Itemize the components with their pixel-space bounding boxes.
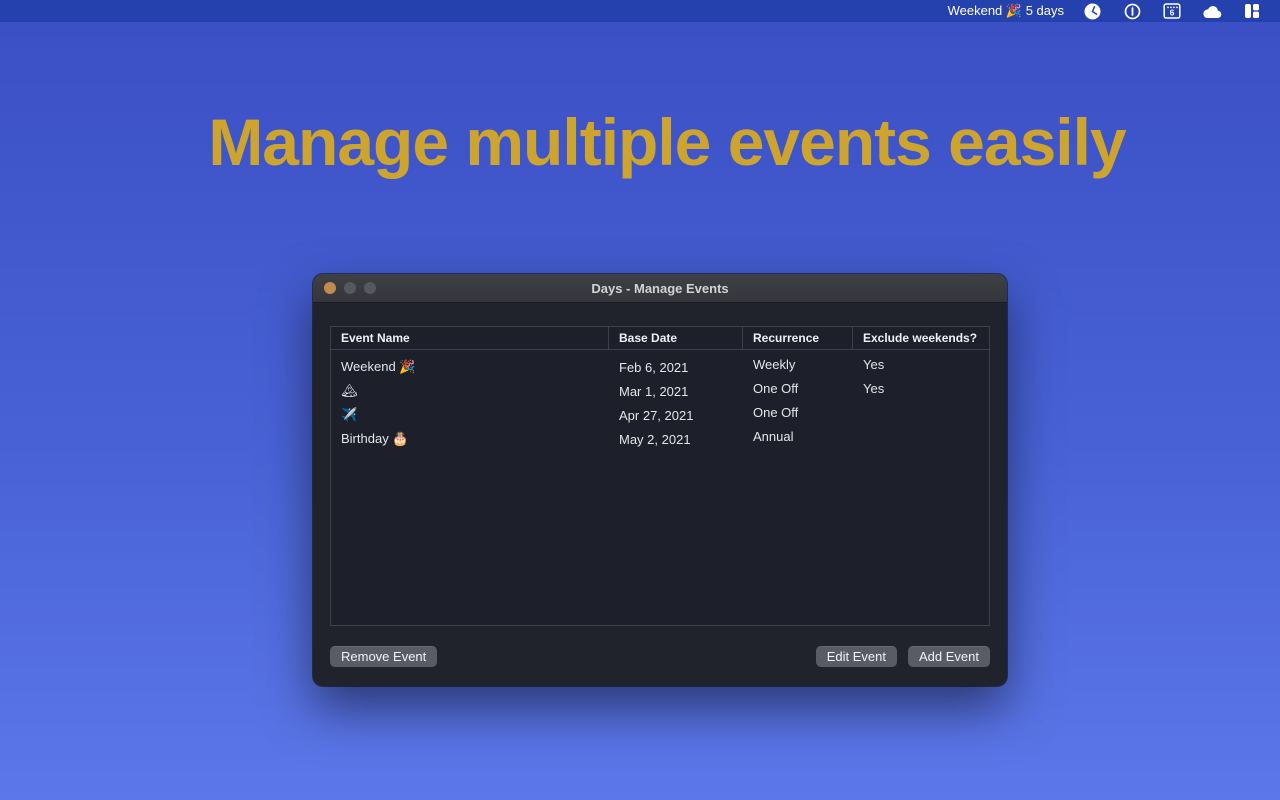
zoom-button[interactable] [364,282,376,294]
cell-event-name: ✈️ [331,407,609,423]
cell-event-name: Weekend 🎉 [331,359,609,375]
column-header-exclude-weekends[interactable]: Exclude weekends? [853,327,989,349]
calendar-day-number: 6 [1170,8,1175,18]
window-footer: Remove Event Edit Event Add Event [330,646,990,667]
cell-base-date: Mar 1, 2021 [609,384,743,399]
traffic-lights [324,282,376,294]
power-icon[interactable] [1112,0,1152,22]
cell-recurrence: One Off [743,381,853,396]
add-event-button[interactable]: Add Event [908,646,990,667]
column-header-base-date[interactable]: Base Date [609,327,743,349]
panels-icon[interactable] [1232,0,1272,22]
menu-bar: Weekend 🎉 5 days 6 [0,0,1280,22]
table-row[interactable]: 🏔 Mar 1, 2021 One Off Yes [331,379,989,403]
cell-recurrence: Annual [743,429,853,444]
hero-headline: Manage multiple events easily [27,104,1280,180]
window-titlebar[interactable]: Days - Manage Events [313,274,1007,303]
column-header-event-name[interactable]: Event Name [331,327,609,349]
close-button[interactable] [324,282,336,294]
table-row[interactable]: ✈️ Apr 27, 2021 One Off [331,403,989,427]
calendar-icon[interactable]: 6 [1152,0,1192,22]
desktop: { "menu_bar": { "status_item_text": "Wee… [0,0,1280,800]
events-table: Event Name Base Date Recurrence Exclude … [330,326,990,626]
cell-base-date: May 2, 2021 [609,432,743,447]
clock-icon[interactable] [1072,0,1112,22]
edit-event-button[interactable]: Edit Event [816,646,897,667]
cell-event-name: Birthday 🎂 [331,431,609,447]
cloud-icon[interactable] [1192,0,1232,22]
remove-event-button[interactable]: Remove Event [330,646,437,667]
table-row[interactable]: Weekend 🎉 Feb 6, 2021 Weekly Yes [331,355,989,379]
cell-recurrence: Weekly [743,357,853,372]
cell-exclude-weekends: Yes [853,381,989,396]
minimize-button[interactable] [344,282,356,294]
manage-events-window: Days - Manage Events Event Name Base Dat… [313,274,1007,686]
cell-event-name: 🏔 [331,383,609,399]
table-row[interactable]: Birthday 🎂 May 2, 2021 Annual [331,427,989,451]
cell-base-date: Feb 6, 2021 [609,360,743,375]
column-header-recurrence[interactable]: Recurrence [743,327,853,349]
cell-recurrence: One Off [743,405,853,420]
table-header-row: Event Name Base Date Recurrence Exclude … [331,327,989,350]
window-title: Days - Manage Events [591,281,728,296]
table-body: Weekend 🎉 Feb 6, 2021 Weekly Yes 🏔 Mar 1… [331,350,989,451]
menu-bar-status-item[interactable]: Weekend 🎉 5 days [940,3,1072,19]
cell-base-date: Apr 27, 2021 [609,408,743,423]
cell-exclude-weekends: Yes [853,357,989,372]
